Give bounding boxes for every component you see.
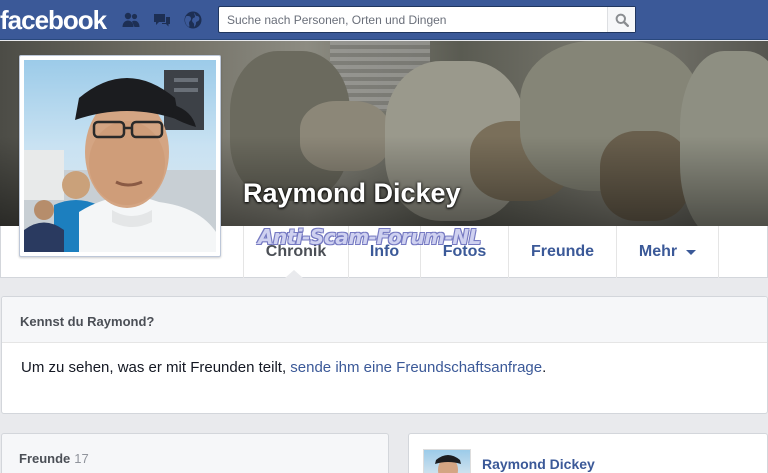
search-button[interactable] xyxy=(607,7,635,32)
post-author-name[interactable]: Raymond Dickey xyxy=(482,456,595,472)
card-header: Kennst du Raymond? xyxy=(2,297,767,343)
card-title: Kennst du Raymond? xyxy=(20,314,155,329)
notifications-globe-icon[interactable] xyxy=(183,10,203,30)
search-box xyxy=(218,6,636,33)
friends-count: 17 xyxy=(74,451,89,466)
avatar-illustration xyxy=(435,455,461,473)
tab-mehr[interactable]: Mehr xyxy=(616,226,719,278)
watermark-text: Anti-Scam-Forum-NL xyxy=(258,225,481,249)
tab-freunde[interactable]: Freunde xyxy=(508,226,616,278)
profile-picture[interactable] xyxy=(19,55,221,257)
friends-title[interactable]: Freunde 17 xyxy=(19,451,89,466)
profile-photo xyxy=(24,60,216,252)
profile-photo-illustration xyxy=(24,70,216,252)
active-tab-pointer xyxy=(285,270,303,278)
avatar[interactable] xyxy=(423,449,471,473)
facebook-logo[interactable]: facebook xyxy=(0,3,107,37)
tab-mehr-label: Mehr xyxy=(638,243,678,260)
search-icon xyxy=(615,13,629,27)
card-body: Um zu sehen, was er mit Freunden teilt, … xyxy=(21,359,546,376)
post-card: Raymond Dickey xyxy=(408,433,768,473)
profile-name[interactable]: Raymond Dickey xyxy=(243,178,461,209)
friends-card: Freunde 17 xyxy=(1,433,389,473)
friend-requests-icon[interactable] xyxy=(121,10,141,30)
search-input[interactable] xyxy=(219,7,607,32)
card-body-text: Um zu sehen, was er mit Freunden teilt, xyxy=(21,359,291,376)
messages-icon[interactable] xyxy=(152,10,172,30)
know-person-card: Kennst du Raymond? Um zu sehen, was er m… xyxy=(1,296,768,414)
friend-request-link[interactable]: sende ihm eine Freundschaftsanfrage xyxy=(290,359,542,376)
chevron-down-icon xyxy=(686,249,697,255)
top-bar: facebook xyxy=(0,0,768,40)
card-body-suffix: . xyxy=(542,359,547,376)
friends-label: Freunde xyxy=(19,451,71,466)
